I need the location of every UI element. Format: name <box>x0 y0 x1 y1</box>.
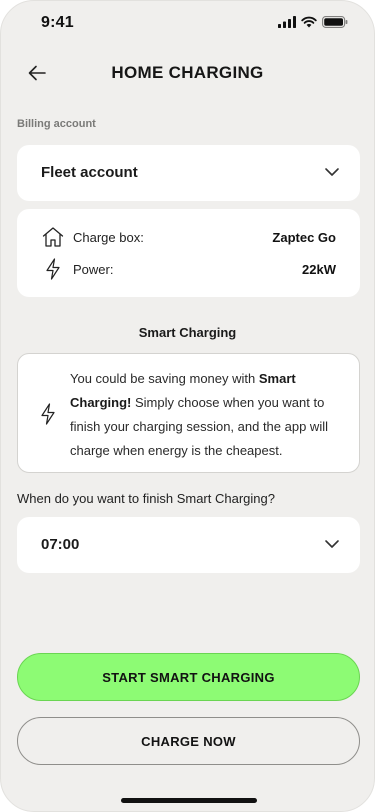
house-icon <box>41 225 65 249</box>
billing-account-label: Billing account <box>17 118 96 130</box>
billing-account-value: Fleet account <box>41 164 138 181</box>
charge-box-value: Zaptec Go <box>272 229 336 245</box>
status-bar: 9:41 <box>1 1 374 45</box>
finish-time-question: When do you want to finish Smart Chargin… <box>17 491 275 506</box>
signal-icon <box>278 16 296 28</box>
home-indicator <box>121 798 257 803</box>
power-value: 22kW <box>302 261 336 277</box>
chevron-down-icon <box>325 540 339 548</box>
chevron-down-icon <box>325 168 339 176</box>
lightning-icon <box>41 257 65 281</box>
smart-charging-notice: You could be saving money with Smart Cha… <box>17 353 360 473</box>
header: HOME CHARGING <box>1 51 374 95</box>
charge-box-row: Charge box: Zaptec Go <box>41 225 336 249</box>
charge-box-label: Charge box: <box>73 229 144 245</box>
lightning-icon <box>41 403 55 425</box>
finish-time-value: 07:00 <box>41 536 80 553</box>
smart-charging-notice-text: You could be saving money with Smart Cha… <box>70 371 328 458</box>
phone-screen: 9:41 HOME CHARGING Billing account Fleet… <box>0 0 375 812</box>
billing-account-select[interactable]: Fleet account <box>17 145 360 201</box>
power-label: Power: <box>73 261 114 277</box>
start-smart-charging-button[interactable]: START SMART CHARGING <box>17 653 360 701</box>
page-title: HOME CHARGING <box>111 63 264 82</box>
charger-info-card: Charge box: Zaptec Go Power: 22kW <box>17 209 360 297</box>
finish-time-select[interactable]: 07:00 <box>17 517 360 573</box>
charge-now-button[interactable]: CHARGE NOW <box>17 717 360 765</box>
battery-icon <box>322 16 348 28</box>
status-icons <box>278 16 348 28</box>
smart-charging-title: Smart Charging <box>138 325 237 340</box>
status-time: 9:41 <box>41 14 74 31</box>
wifi-icon <box>301 16 317 28</box>
power-row: Power: 22kW <box>41 257 336 281</box>
